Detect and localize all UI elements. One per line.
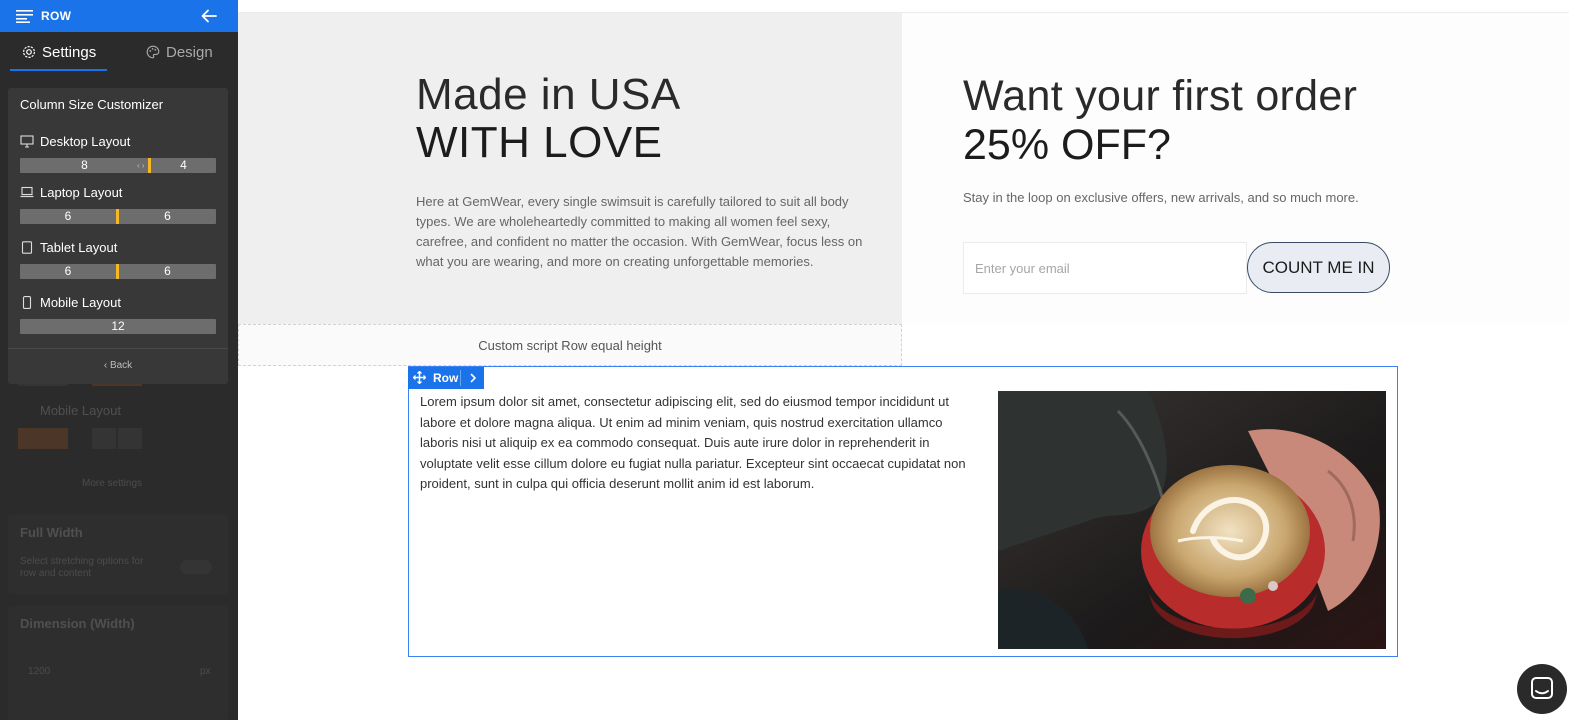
left-heading-line2: WITH LOVE (416, 118, 663, 167)
left-heading-line1: Made in USA (416, 70, 681, 119)
faded-bar (18, 384, 68, 386)
laptop-icon (20, 186, 34, 198)
faded-dimension-unit: px (200, 666, 211, 677)
mobile-icon (22, 295, 32, 309)
laptop-column-2-value: 6 (164, 209, 171, 223)
count-me-in-button[interactable]: COUNT ME IN (1247, 242, 1390, 293)
row-text-column[interactable]: Lorem ipsum dolor sit amet, consectetur … (420, 392, 976, 495)
tablet-column-bar[interactable]: 6 6 (20, 264, 216, 279)
laptop-column-1-value: 6 (64, 209, 72, 223)
toolbar-separator (460, 370, 461, 386)
faded-column-block (18, 428, 68, 449)
laptop-column-bar[interactable]: 6 6 (20, 209, 216, 224)
tab-settings-label: Settings (42, 43, 97, 61)
desktop-column-1-value: 8 (81, 158, 88, 172)
faded-settings-background: Mobile Layout More settings Full Width S… (0, 384, 238, 720)
resize-arrows-icon: ‹ › (137, 161, 145, 170)
faded-column-block (92, 428, 116, 449)
palette-icon (146, 45, 160, 59)
row-toolbar-label[interactable]: Row (433, 371, 458, 385)
mobile-layout-label: Mobile Layout (40, 294, 121, 310)
arrow-left-icon[interactable] (200, 7, 218, 25)
panel-divider (8, 348, 228, 349)
mobile-layout-label-row: Mobile Layout (20, 294, 216, 310)
sidebar-title: ROW (41, 9, 72, 23)
faded-full-width-hint: Select stretching options for row and co… (20, 556, 144, 579)
tablet-column-2-value: 6 (164, 264, 171, 278)
desktop-layout-label: Desktop Layout (40, 133, 131, 149)
move-icon[interactable] (413, 371, 426, 384)
desktop-column-bar[interactable]: 8 ‹ › 4 (20, 158, 216, 173)
right-heading-line1: Want your first order (963, 72, 1358, 120)
chat-icon (1531, 677, 1553, 699)
mobile-layout-setting: Mobile Layout 12 (20, 294, 216, 334)
faded-toggle (180, 560, 212, 574)
gear-icon (22, 45, 36, 59)
sidebar-header: ROW (0, 0, 238, 32)
page-canvas: Made in USA WITH LOVE Here at GemWear, e… (238, 0, 1569, 720)
right-heading-line2: 25% OFF? (963, 121, 1171, 169)
tablet-icon (21, 240, 33, 254)
tab-design-label: Design (166, 43, 213, 61)
email-input[interactable] (963, 242, 1247, 294)
row-toolbar: Row (408, 367, 484, 389)
mobile-column-bar[interactable]: 12 (20, 319, 216, 334)
faded-bar (92, 384, 142, 386)
tab-design[interactable]: Design (146, 32, 213, 72)
mobile-column-1-value: 12 (111, 319, 125, 333)
latte-art-image[interactable] (998, 391, 1386, 649)
left-body-text: Here at GemWear, every single swimsuit i… (416, 194, 863, 269)
column-size-customizer-title: Column Size Customizer (20, 97, 164, 112)
tab-settings[interactable]: Settings (22, 32, 96, 72)
chevron-right-icon[interactable] (467, 372, 479, 384)
custom-script-block[interactable]: Custom script Row equal height (238, 324, 902, 366)
made-in-usa-section[interactable] (238, 13, 902, 324)
laptop-layout-label: Laptop Layout (40, 184, 123, 200)
tablet-layout-label-row: Tablet Layout (20, 239, 216, 255)
desktop-column-2-value: 4 (180, 158, 187, 172)
coffee-photo-graphic (998, 391, 1386, 649)
right-subtext: Stay in the loop on exclusive offers, ne… (963, 190, 1359, 205)
laptop-layout-label-row: Laptop Layout (20, 184, 216, 200)
faded-dimension-label: Dimension (Width) (20, 616, 135, 631)
settings-sidebar: ROW Settings Design Column Size Customiz… (0, 0, 238, 720)
desktop-layout-setting: Desktop Layout 8 ‹ › 4 (20, 133, 216, 173)
faded-mobile-layout-label: Mobile Layout (40, 403, 121, 418)
laptop-layout-setting: Laptop Layout 6 6 (20, 184, 216, 224)
faded-full-width-label: Full Width (20, 525, 83, 540)
menu-icon[interactable] (16, 9, 33, 23)
tablet-column-1-value: 6 (64, 264, 72, 278)
desktop-icon (20, 134, 34, 148)
sidebar-tabs: Settings Design (0, 32, 238, 72)
tablet-layout-label: Tablet Layout (40, 239, 118, 255)
faded-column-block (118, 428, 142, 449)
editor-app: ROW Settings Design Column Size Customiz… (0, 0, 1569, 720)
faded-more-settings: More settings (82, 478, 143, 489)
column-size-customizer-panel: Column Size Customizer Desktop Layout 8 … (8, 88, 228, 384)
chat-button[interactable] (1517, 664, 1567, 714)
faded-dimension-value: 1200 (28, 666, 51, 677)
active-tab-indicator (10, 69, 107, 71)
back-link-label: Back (109, 360, 133, 371)
back-link[interactable]: ‹ Back (8, 360, 228, 371)
desktop-layout-label-row: Desktop Layout (20, 133, 216, 149)
tablet-layout-setting: Tablet Layout 6 6 (20, 239, 216, 279)
